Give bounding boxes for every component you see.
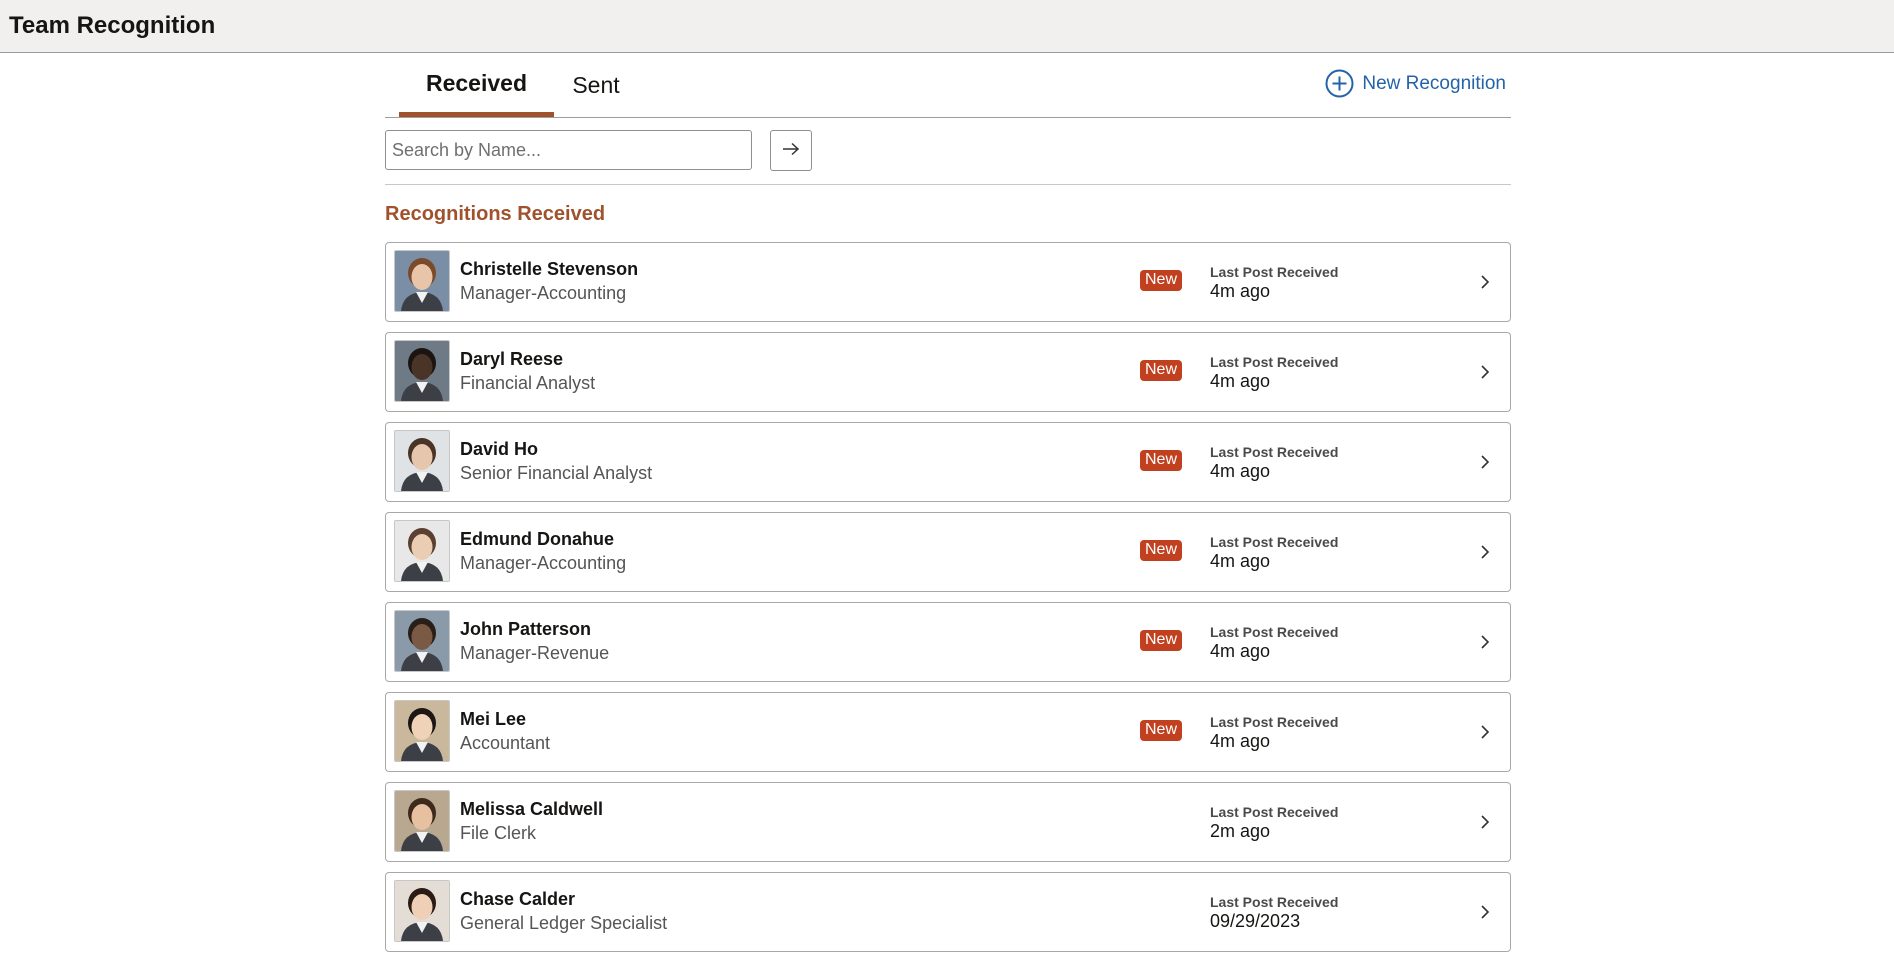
last-post-label: Last Post Received: [1210, 444, 1338, 460]
tab-sent[interactable]: Sent: [563, 54, 629, 116]
last-post-label: Last Post Received: [1210, 804, 1338, 820]
person-role: Financial Analyst: [460, 373, 595, 394]
last-post-value: 4m ago: [1210, 641, 1270, 662]
person-role: Senior Financial Analyst: [460, 463, 652, 484]
last-post-label: Last Post Received: [1210, 354, 1338, 370]
avatar: [394, 610, 450, 672]
search-input[interactable]: [385, 130, 752, 170]
search-row: [385, 118, 1511, 185]
recognition-card[interactable]: Edmund Donahue Manager-Accounting New Last …: [385, 512, 1511, 592]
last-post-value: 4m ago: [1210, 731, 1270, 752]
person-name: Mei Lee: [460, 709, 526, 730]
chevron-right-icon[interactable]: [1480, 544, 1490, 565]
last-post-value: 09/29/2023: [1210, 911, 1300, 932]
recognition-card[interactable]: Christelle Stevenson Manager-Accounting Ne…: [385, 242, 1511, 322]
search-button[interactable]: [770, 130, 812, 171]
page-header: Team Recognition: [0, 0, 1894, 53]
chevron-right-icon[interactable]: [1480, 274, 1490, 295]
last-post-label: Last Post Received: [1210, 714, 1338, 730]
new-badge: New: [1140, 360, 1182, 381]
recognition-card[interactable]: Melissa Caldwell File Clerk Last Post Rece…: [385, 782, 1511, 862]
recognition-card[interactable]: David Ho Senior Financial Analyst New Last …: [385, 422, 1511, 502]
recognition-card[interactable]: Daryl Reese Financial Analyst New Last Post…: [385, 332, 1511, 412]
new-recognition-label: New Recognition: [1362, 73, 1506, 95]
last-post-value: 4m ago: [1210, 461, 1270, 482]
chevron-right-icon[interactable]: [1480, 454, 1490, 475]
tab-bar: Received Sent New Recognition: [385, 54, 1511, 118]
person-role: Manager-Revenue: [460, 643, 609, 664]
section-title: Recognitions Received: [385, 203, 1511, 225]
avatar: [394, 520, 450, 582]
person-role: General Ledger Specialist: [460, 913, 667, 934]
recognition-list: Christelle Stevenson Manager-Accounting Ne…: [385, 242, 1511, 952]
person-name: Edmund Donahue: [460, 529, 614, 550]
avatar: [394, 430, 450, 492]
person-role: Accountant: [460, 733, 550, 754]
last-post-label: Last Post Received: [1210, 534, 1338, 550]
arrow-right-icon: [782, 140, 800, 161]
last-post-value: 2m ago: [1210, 821, 1270, 842]
person-name: David Ho: [460, 439, 538, 460]
chevron-right-icon[interactable]: [1480, 814, 1490, 835]
new-badge: New: [1140, 270, 1182, 291]
new-badge: New: [1140, 450, 1182, 471]
avatar: [394, 340, 450, 402]
chevron-right-icon[interactable]: [1480, 634, 1490, 655]
plus-circle-icon: [1325, 69, 1354, 98]
last-post-label: Last Post Received: [1210, 264, 1338, 280]
new-badge: New: [1140, 630, 1182, 651]
person-name: Christelle Stevenson: [460, 259, 638, 280]
last-post-value: 4m ago: [1210, 281, 1270, 302]
chevron-right-icon[interactable]: [1480, 904, 1490, 925]
last-post-label: Last Post Received: [1210, 624, 1338, 640]
main-content: Received Sent New Recognition Rec: [385, 54, 1511, 962]
avatar: [394, 790, 450, 852]
last-post-value: 4m ago: [1210, 551, 1270, 572]
new-recognition-button[interactable]: New Recognition: [1325, 69, 1506, 98]
person-name: Daryl Reese: [460, 349, 563, 370]
person-name: Chase Calder: [460, 889, 575, 910]
chevron-right-icon[interactable]: [1480, 724, 1490, 745]
last-post-label: Last Post Received: [1210, 894, 1338, 910]
recognition-card[interactable]: Chase Calder General Ledger Specialist Las…: [385, 872, 1511, 952]
avatar: [394, 250, 450, 312]
recognition-card[interactable]: Mei Lee Accountant New Last Post Received4m…: [385, 692, 1511, 772]
avatar: [394, 700, 450, 762]
recognition-card[interactable]: John Patterson Manager-Revenue New Last Pos…: [385, 602, 1511, 682]
tab-received[interactable]: Received: [399, 54, 554, 117]
person-role: Manager-Accounting: [460, 553, 626, 574]
person-role: Manager-Accounting: [460, 283, 626, 304]
page-title: Team Recognition: [9, 12, 215, 40]
new-badge: New: [1140, 720, 1182, 741]
person-name: Melissa Caldwell: [460, 799, 603, 820]
person-role: File Clerk: [460, 823, 536, 844]
last-post-value: 4m ago: [1210, 371, 1270, 392]
new-badge: New: [1140, 540, 1182, 561]
avatar: [394, 880, 450, 942]
chevron-right-icon[interactable]: [1480, 364, 1490, 385]
person-name: John Patterson: [460, 619, 591, 640]
